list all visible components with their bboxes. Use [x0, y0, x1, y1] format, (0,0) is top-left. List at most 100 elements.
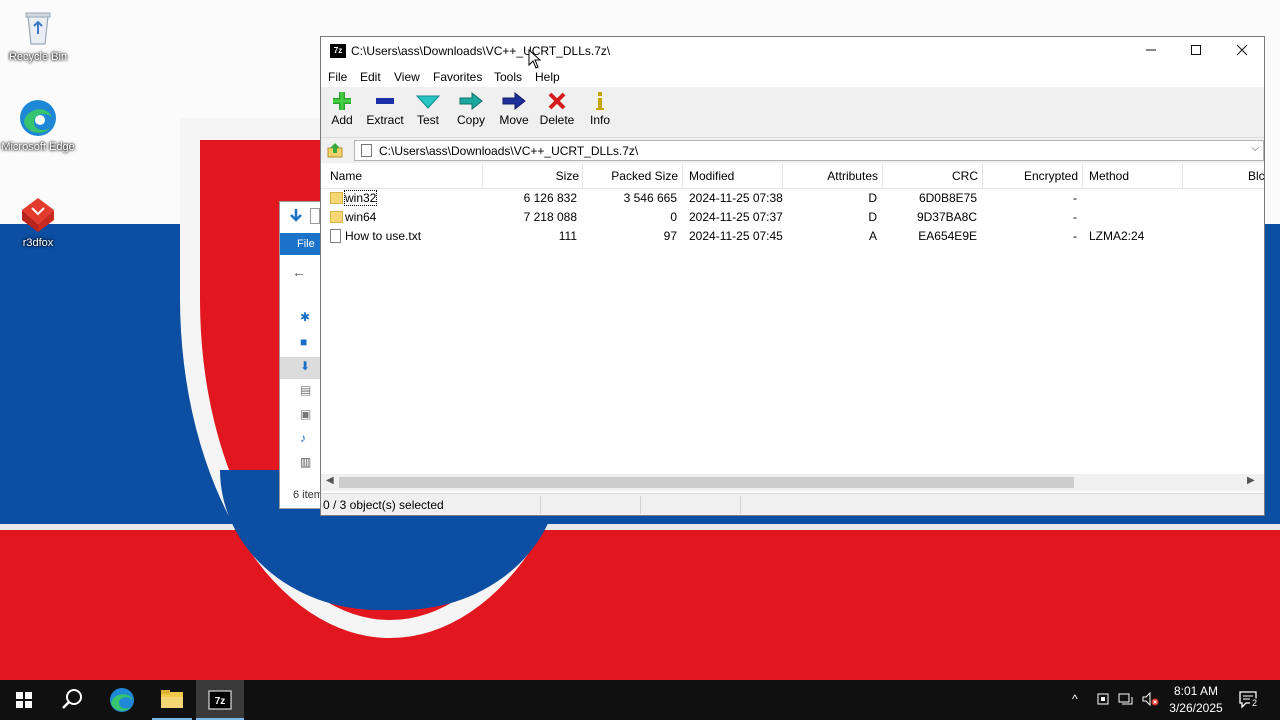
close-button[interactable]: [1219, 37, 1264, 65]
row-packed-size: 3 546 665: [623, 191, 677, 205]
title-bar[interactable]: 7z C:\Users\ass\Downloads\VC++_UCRT_DLLs…: [321, 37, 1264, 65]
clock-time: 8:01 AM: [1173, 684, 1219, 698]
col-block[interactable]: Blc: [1248, 169, 1264, 183]
network-icon[interactable]: [1118, 692, 1134, 709]
test-button[interactable]: Test: [407, 90, 449, 127]
show-hidden-icons-icon[interactable]: ^: [1072, 692, 1078, 706]
taskbar-file-explorer[interactable]: [148, 680, 196, 720]
row-encrypted: -: [1073, 210, 1077, 224]
row-encrypted: -: [1073, 229, 1077, 243]
close-icon: [1236, 44, 1248, 56]
maximize-icon: [1191, 45, 1201, 55]
text-file-icon: [330, 229, 341, 243]
7zip-file-manager-window[interactable]: 7z C:\Users\ass\Downloads\VC++_UCRT_DLLs…: [320, 36, 1265, 516]
menu-view[interactable]: View: [394, 70, 420, 84]
extract-icon: [376, 98, 394, 104]
taskbar-edge[interactable]: [98, 680, 146, 720]
desktop-icon-microsoft-edge[interactable]: Microsoft Edge: [0, 98, 76, 154]
col-method[interactable]: Method: [1089, 169, 1129, 183]
move-icon: [502, 91, 526, 111]
row-attributes: D: [868, 210, 877, 224]
row-modified: 2024-11-25 07:37: [689, 210, 783, 224]
row-crc: 6D0B8E75: [918, 191, 977, 205]
menu-file[interactable]: File: [328, 70, 347, 84]
col-size[interactable]: Size: [483, 169, 579, 183]
desktop-icon-r3dfox[interactable]: r3dfox: [0, 194, 76, 250]
col-crc[interactable]: CRC: [883, 169, 978, 183]
file-list[interactable]: Name Size Packed Size Modified Attribute…: [321, 164, 1264, 474]
file-explorer-icon: [161, 690, 183, 708]
taskbar-7zip[interactable]: 7z: [196, 680, 244, 720]
window-frame-icon: [310, 208, 320, 224]
archive-file-icon: [361, 144, 372, 157]
chevron-down-icon[interactable]: ⌵: [1251, 143, 1259, 154]
desktop-icon-recycle-bin[interactable]: Recycle Bin: [0, 8, 76, 64]
row-name: win64: [345, 210, 377, 224]
info-button[interactable]: Info: [579, 90, 621, 127]
column-header-row: Name Size Packed Size Modified Attribute…: [321, 164, 1264, 189]
recycle-bin-icon: [18, 8, 58, 48]
copy-button[interactable]: Copy: [450, 90, 492, 127]
col-encrypted[interactable]: Encrypted: [983, 169, 1078, 183]
address-field[interactable]: C:\Users\ass\Downloads\VC++_UCRT_DLLs.7z…: [354, 140, 1264, 161]
folder-up-icon[interactable]: [327, 142, 343, 158]
extract-button[interactable]: Extract: [364, 90, 406, 127]
7zip-app-icon: 7z: [330, 44, 346, 58]
desktop-icon-label: r3dfox: [22, 237, 54, 249]
address-bar-row: C:\Users\ass\Downloads\VC++_UCRT_DLLs.7z…: [321, 138, 1264, 163]
minimize-button[interactable]: [1128, 37, 1174, 65]
col-attributes[interactable]: Attributes: [783, 169, 878, 183]
row-attributes: D: [868, 191, 877, 205]
scroll-left-icon[interactable]: ◀: [326, 475, 334, 486]
add-icon: [333, 92, 351, 110]
copy-label: Copy: [456, 113, 485, 127]
menu-favorites[interactable]: Favorites: [433, 70, 482, 84]
table-row[interactable]: win32 6 126 832 3 546 665 2024-11-25 07:…: [321, 189, 1264, 208]
scrollbar-thumb[interactable]: [339, 477, 1074, 488]
add-label: Add: [331, 113, 353, 127]
download-arrow-icon: [289, 208, 303, 227]
edge-icon: [18, 98, 58, 138]
row-modified: 2024-11-25 07:45: [689, 229, 783, 243]
menu-tools[interactable]: Tools: [494, 70, 522, 84]
r3dfox-icon: [18, 194, 58, 234]
taskbar: 7z ^ 8:01 AM 3/26/2025 2: [0, 680, 1280, 720]
explorer-file-tab[interactable]: File: [280, 233, 324, 255]
back-arrow-icon[interactable]: ←: [292, 264, 306, 280]
maximize-button[interactable]: [1173, 37, 1219, 65]
col-name[interactable]: Name: [330, 169, 362, 183]
row-crc: 9D37BA8C: [916, 210, 977, 224]
row-size: 111: [558, 229, 577, 243]
windows-logo-icon: [16, 692, 32, 708]
row-crc: EA654E9E: [918, 229, 977, 243]
start-button[interactable]: [0, 680, 48, 720]
table-row[interactable]: How to use.txt 111 97 2024-11-25 07:45 A…: [321, 227, 1264, 246]
menu-edit[interactable]: Edit: [360, 70, 381, 84]
move-label: Move: [499, 113, 529, 127]
copy-icon: [459, 91, 483, 111]
desktop-icon-label: Recycle Bin: [8, 51, 68, 63]
clock[interactable]: 8:01 AM 3/26/2025: [1164, 683, 1228, 717]
row-size: 7 218 088: [523, 210, 577, 224]
row-method: LZMA2:24: [1089, 229, 1145, 243]
table-row[interactable]: win64 7 218 088 0 2024-11-25 07:37 D 9D3…: [321, 208, 1264, 227]
col-packed-size[interactable]: Packed Size: [583, 169, 678, 183]
add-button[interactable]: Add: [321, 90, 363, 127]
col-modified[interactable]: Modified: [689, 169, 734, 183]
mouse-cursor-icon: [528, 48, 542, 72]
device-icon[interactable]: [1096, 692, 1110, 709]
move-button[interactable]: Move: [493, 90, 535, 127]
delete-label: Delete: [539, 113, 575, 127]
horizontal-scrollbar[interactable]: ◀ ▶: [321, 474, 1264, 491]
row-packed-size: 97: [663, 229, 677, 243]
test-icon: [415, 95, 441, 109]
action-center-button[interactable]: 2: [1238, 689, 1260, 709]
selection-status: 0 / 3 object(s) selected: [323, 498, 444, 512]
menu-help[interactable]: Help: [535, 70, 560, 84]
background-explorer-window[interactable]: File ← ✱ ■ ⬇ ▤ ▣ ♪ ▥ 6 items: [279, 201, 325, 509]
volume-muted-icon[interactable]: [1142, 691, 1160, 709]
search-button[interactable]: [48, 680, 96, 720]
delete-button[interactable]: Delete: [536, 90, 578, 127]
scroll-right-icon[interactable]: ▶: [1247, 475, 1255, 486]
row-size: 6 126 832: [523, 191, 577, 205]
